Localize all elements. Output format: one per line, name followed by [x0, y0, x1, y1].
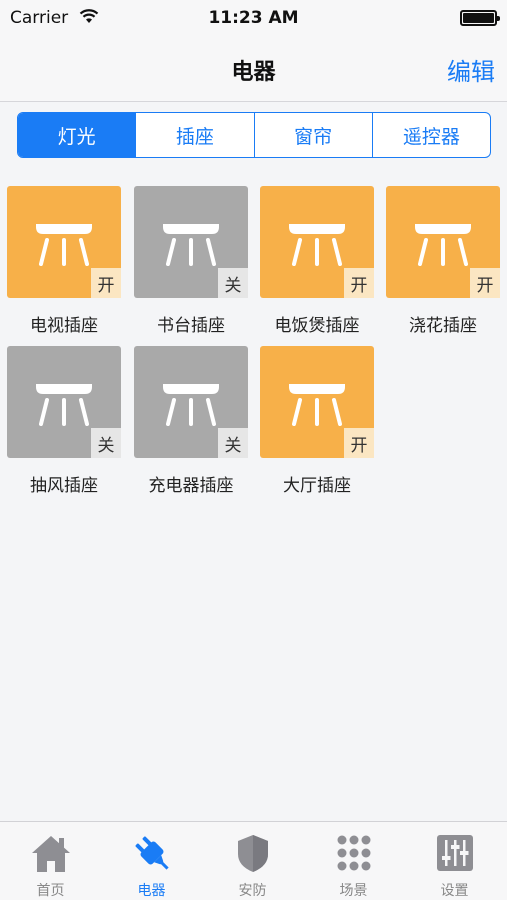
tab-scenes[interactable]: 场景 [303, 822, 404, 900]
clock: 11:23 AM [208, 8, 299, 28]
ceiling-lamp-icon [289, 384, 345, 426]
device-tile[interactable]: 关 抽风插座 [7, 346, 121, 496]
navigation-bar: 电器 编辑 [0, 36, 507, 102]
sliders-icon [436, 835, 473, 871]
tab-security[interactable]: 安防 [202, 822, 303, 900]
shield-icon [237, 835, 268, 872]
power-state-badge: 开 [91, 268, 121, 298]
tab-bar: 首页 电器 安防 场景 设置 [0, 821, 507, 900]
device-tile-background: 开 [260, 346, 374, 458]
grid-dots-icon [337, 835, 370, 871]
edit-button[interactable]: 编辑 [447, 52, 495, 87]
device-name: 大厅插座 [283, 476, 351, 496]
device-name: 电视插座 [30, 316, 98, 336]
tab-label: 设置 [440, 883, 469, 899]
ceiling-lamp-icon [163, 384, 219, 426]
device-tile-background: 关 [134, 186, 248, 298]
plug-icon [134, 836, 169, 870]
device-tile[interactable]: 开 电视插座 [7, 186, 121, 336]
tab-label: 安防 [238, 883, 267, 899]
segment-curtains[interactable]: 窗帘 [253, 113, 372, 157]
device-tile[interactable]: 开 大厅插座 [260, 346, 374, 496]
device-tile-background: 关 [7, 346, 121, 458]
power-state-badge: 关 [218, 268, 248, 298]
power-state-badge: 开 [344, 268, 374, 298]
segment-sockets[interactable]: 插座 [135, 113, 253, 157]
device-name: 书台插座 [157, 316, 225, 336]
ceiling-lamp-icon [36, 224, 92, 266]
tab-label: 场景 [339, 883, 368, 899]
tab-label: 电器 [137, 883, 166, 899]
tab-home[interactable]: 首页 [0, 822, 101, 900]
ceiling-lamp-icon [289, 224, 345, 266]
device-name: 抽风插座 [30, 476, 98, 496]
page-title: 电器 [231, 60, 276, 85]
segment-lights[interactable]: 灯光 [18, 113, 136, 157]
device-tile-background: 开 [260, 186, 374, 298]
ceiling-lamp-icon [415, 224, 471, 266]
home-icon [31, 836, 70, 872]
device-tile[interactable]: 关 书台插座 [134, 186, 248, 336]
tab-settings[interactable]: 设置 [404, 822, 505, 900]
power-state-badge: 关 [91, 428, 121, 458]
segment-remotes[interactable]: 遥控器 [371, 113, 490, 157]
status-bar: Carrier 11:23 AM [0, 0, 507, 36]
device-tile-background: 开 [7, 186, 121, 298]
category-segmented-control: 灯光 插座 窗帘 遥控器 [17, 112, 491, 158]
device-tile[interactable]: 开 浇花插座 [386, 186, 500, 336]
device-name: 充电器插座 [148, 476, 234, 496]
power-state-badge: 开 [344, 428, 374, 458]
tab-label: 首页 [36, 883, 65, 899]
power-state-badge: 关 [218, 428, 248, 458]
ceiling-lamp-icon [163, 224, 219, 266]
device-name: 浇花插座 [409, 316, 477, 336]
device-tile-background: 关 [134, 346, 248, 458]
device-name: 电饭煲插座 [274, 316, 360, 336]
tab-appliances[interactable]: 电器 [101, 822, 202, 900]
device-tile-background: 开 [386, 186, 500, 298]
device-tile[interactable]: 开 电饭煲插座 [260, 186, 374, 336]
battery-icon [460, 10, 500, 26]
ceiling-lamp-icon [36, 384, 92, 426]
power-state-badge: 开 [470, 268, 500, 298]
device-tile[interactable]: 关 充电器插座 [134, 346, 248, 496]
